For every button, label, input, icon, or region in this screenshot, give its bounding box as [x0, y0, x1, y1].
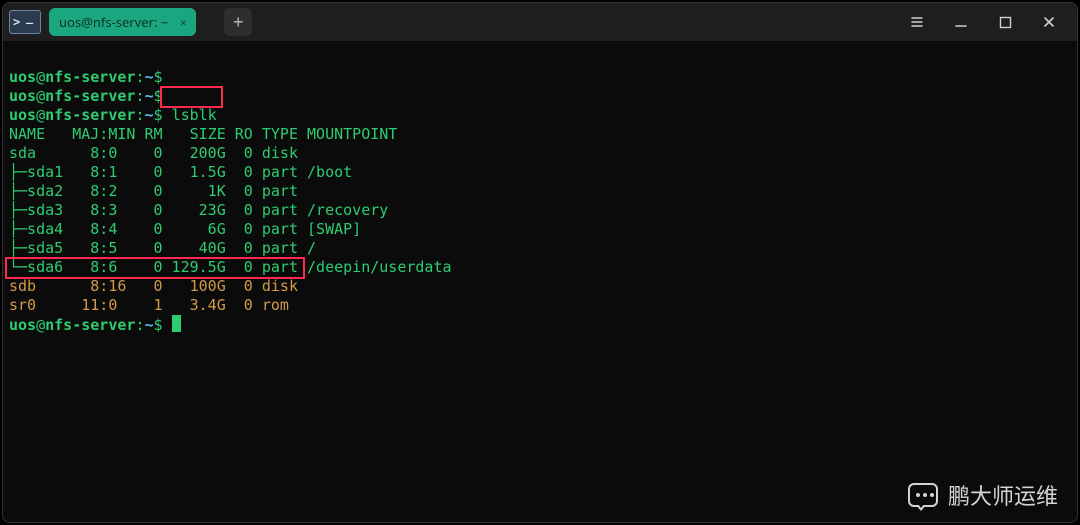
- lsblk-row: ├─sda4 8:4 0 6G 0 part [SWAP]: [9, 220, 361, 238]
- lsblk-row: ├─sda3 8:3 0 23G 0 part /recovery: [9, 201, 388, 219]
- maximize-button[interactable]: [983, 3, 1027, 41]
- close-button[interactable]: [1027, 3, 1071, 41]
- command-text: lsblk: [172, 106, 217, 124]
- prompt-path: ~: [144, 68, 153, 86]
- wechat-bubble-icon: [908, 483, 938, 507]
- lsblk-row-sr0: sr0 11:0 1 3.4G 0 rom: [9, 296, 307, 314]
- menu-button[interactable]: [895, 3, 939, 41]
- lsblk-row-sdb: sdb 8:16 0 100G 0 disk: [9, 277, 307, 295]
- prompt-user: uos: [9, 68, 36, 86]
- titlebar: > uos@nfs-server: ~ × +: [3, 3, 1077, 41]
- lsblk-row: ├─sda5 8:5 0 40G 0 part /: [9, 239, 316, 257]
- lsblk-header: NAME MAJ:MIN RM SIZE RO TYPE MOUNTPOINT: [9, 125, 397, 143]
- cursor: [172, 315, 181, 332]
- lsblk-row: └─sda6 8:6 0 129.5G 0 part /deepin/userd…: [9, 258, 452, 276]
- prompt-line: uos@nfs-server:~$: [9, 106, 163, 124]
- tab-close-icon[interactable]: ×: [176, 15, 190, 29]
- tab-active[interactable]: uos@nfs-server: ~ ×: [49, 8, 196, 36]
- prompt-host: nfs-server: [45, 68, 135, 86]
- minimize-button[interactable]: [939, 3, 983, 41]
- prompt-line: uos@nfs-server:~$: [9, 68, 163, 86]
- window-controls: [895, 3, 1071, 41]
- lsblk-row: ├─sda2 8:2 0 1K 0 part: [9, 182, 307, 200]
- new-tab-button[interactable]: +: [224, 8, 252, 36]
- prompt-line: uos@nfs-server:~$: [9, 316, 163, 334]
- terminal-app-icon: >: [9, 10, 41, 34]
- prompt-line: uos@nfs-server:~$: [9, 87, 163, 105]
- plus-icon: +: [233, 12, 244, 33]
- tab-title: uos@nfs-server: ~: [59, 13, 168, 31]
- lsblk-row: sda 8:0 0 200G 0 disk: [9, 144, 307, 162]
- terminal-viewport[interactable]: uos@nfs-server:~$ uos@nfs-server:~$ uos@…: [3, 41, 1077, 522]
- lsblk-row: ├─sda1 8:1 0 1.5G 0 part /boot: [9, 163, 352, 181]
- watermark: 鹏大师运维: [908, 479, 1058, 511]
- terminal-window: > uos@nfs-server: ~ × + uos@nfs-server:~…: [2, 2, 1078, 523]
- annotation-highlight-command: [160, 86, 223, 108]
- watermark-text: 鹏大师运维: [948, 479, 1058, 511]
